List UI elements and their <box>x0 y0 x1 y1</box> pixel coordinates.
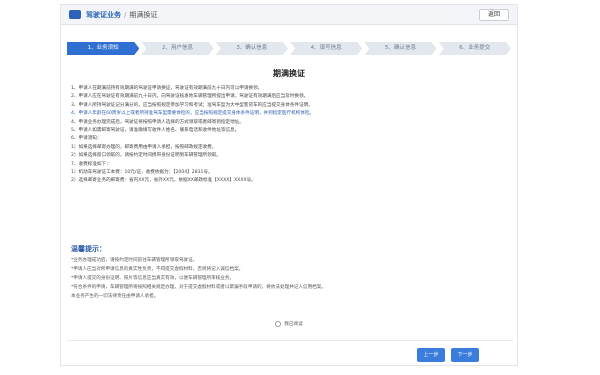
step-2: 2、用户信息 <box>141 42 213 55</box>
notice-line-highlighted: 4、申请人年龄在60周岁以上或者所持准驾车型需要体检的，应当按照规定提交身体条件… <box>71 111 315 117</box>
tip-line: *符合条件的申请，车辆管理所将按照相关规定办理，对于提交虚假材料或者以欺骗手段申… <box>71 285 326 290</box>
system-name: 驾驶证业务 <box>86 10 121 19</box>
notice-line: 4、申请业务办理完成后，驾驶证将按照申请人选择的方式领取或者邮寄到指定地址。 <box>71 119 244 125</box>
notice-line: 3、申请人所持驾驶证记分满分的，应当按照规定参加学习和考试；准驾车型为大中型客货… <box>71 102 313 108</box>
app-window: 驾驶证业务 / 期满换证 返回 1、业务须知 2、用户信息 3、确认信息 4、填… <box>60 4 518 366</box>
tip-line: *业务办理成功后，请按约定时间前往车辆管理所领取驾驶证。 <box>71 258 198 263</box>
step-4: 4、填写信息 <box>290 42 362 55</box>
step-3: 3、确认信息 <box>216 42 288 55</box>
top-bar: 驾驶证业务 / 期满换证 返回 <box>61 5 517 25</box>
tips-content: *业务办理成功后，请按约定时间前往车辆管理所领取驾驶证。 *申请人应当对所申请信… <box>71 256 511 301</box>
agree-checkbox-row[interactable]: 我已阅读 <box>61 321 517 327</box>
app-logo-icon <box>69 10 81 19</box>
agree-radio[interactable] <box>275 321 282 327</box>
notice-line: 6、申请须知： <box>71 136 102 142</box>
footer-divider <box>67 340 513 341</box>
notice-line: 5、申请人如需邮寄驾驶证，请准确填写收件人姓名、联系电话和收件地址等信息。 <box>71 128 240 134</box>
notice-title: 期满换证 <box>273 69 305 78</box>
tip-line: *申请人应当对所申请信息的真实性负责，不得提交虚假材料，否则将记入诚信档案。 <box>71 267 244 272</box>
notice-line: 1）机动车驾驶证工本费：10元/证，收费依据为：【2004】2831号。 <box>71 170 213 176</box>
notice-content: 1、申请人在期满前持有效期满的驾驶证申请换证，驾驶证有效期满前九十日内可以申请换… <box>71 85 511 186</box>
tips-title: 温馨提示： <box>71 245 106 253</box>
breadcrumb[interactable]: 期满换证 <box>129 10 157 20</box>
notice-line: 1）如果选择邮寄办理的，邮寄费用由申请人承担，按照邮政规定收费。 <box>71 144 217 150</box>
next-step-button[interactable]: 下一步 <box>451 348 479 362</box>
notice-line: 2）选择邮寄业务的邮寄费：省内XX元，省外XX元，依据XX邮政标准【XXXX】X… <box>71 178 256 184</box>
step-1: 1、业务须知 <box>67 42 139 55</box>
step-progress: 1、业务须知 2、用户信息 3、确认信息 4、填写信息 5、确认信息 6、业务提… <box>67 42 513 55</box>
prev-step-button[interactable]: 上一步 <box>417 348 445 362</box>
step-6: 6、业务提交 <box>439 42 511 55</box>
notice-line: 2、申请人应在驾驶证有效期满前九十日内，向驾驶证核发地车辆管理所提出申请，驾驶证… <box>71 94 309 100</box>
tip-line: 本业务产生的一切法律责任由申请人承担。 <box>71 294 159 299</box>
tip-line: *申请人提交的身份证明、照片等信息应当真实有效，以便车辆管理所审核业务。 <box>71 276 235 281</box>
breadcrumb-separator: / <box>124 10 127 19</box>
notice-line: 1、申请人在期满前持有效期满的驾驶证申请换证，驾驶证有效期满前九十日内可以申请换… <box>71 86 263 91</box>
notice-line: 2）如果选择窗口领取的，请按约定时间携带身份证明到车辆管理所领取。 <box>71 153 221 159</box>
step-5: 5、确认信息 <box>364 42 436 55</box>
notice-line: 7、收费标准如下： <box>71 161 111 167</box>
agree-label: 我已阅读 <box>284 322 303 327</box>
back-button[interactable]: 返回 <box>478 9 509 21</box>
